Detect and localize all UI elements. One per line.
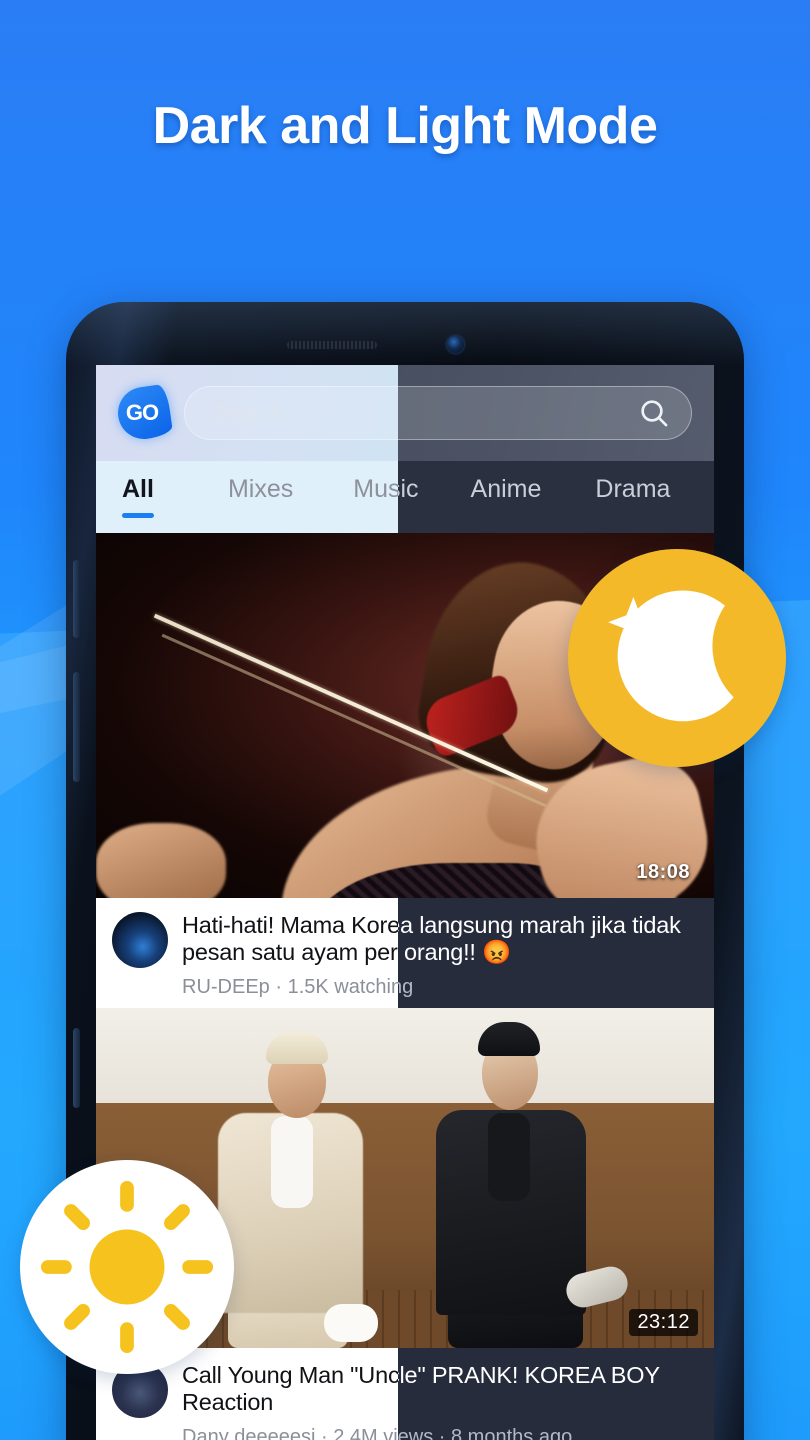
video-duration-2: 23:12 [629,1309,698,1336]
assistant-button[interactable] [73,1028,80,1108]
page-title: Dark and Light Mode [152,97,658,155]
tab-anime[interactable]: Anime [471,469,542,504]
app-logo[interactable]: GO [114,383,174,443]
video-meta-text-1: Hati-hati! Mama Korea langsung marah jik… [182,912,698,1008]
light-mode-badge [20,1160,234,1374]
sun-icon [40,1180,214,1354]
thumbnail-person2-shirt [488,1113,530,1201]
tab-mixes[interactable]: Mixes [228,469,293,504]
video-channel-line-2[interactable]: Dany deeeeesi · 2.4M views · 8 months ag… [182,1426,698,1440]
volume-down-button[interactable] [73,672,80,782]
app-header: GO GO [96,365,714,461]
video-channel-line-1[interactable]: RU-DEEp · 1.5K watching [182,976,698,999]
app-logo-label: GO [125,400,159,425]
earpiece-speaker-icon [287,341,377,349]
thumbnail-person1-beanie [266,1032,328,1064]
tab-all-label: All [122,475,154,503]
front-camera-icon [447,336,464,353]
channel-avatar-1[interactable] [112,912,168,968]
tab-drama[interactable]: Drama [595,469,670,504]
moon-icon [608,590,734,722]
video-meta-text-2: Call Young Man "Uncle" PRANK! KOREA BOY … [182,1362,698,1440]
video-title-1[interactable]: Hati-hati! Mama Korea langsung marah jik… [182,912,698,967]
search-input[interactable] [211,399,627,427]
app-header-row-dark: GO [96,365,714,461]
video-duration-1: 18:08 [636,861,690,883]
video-meta-1: Hati-hati! Mama Korea langsung marah jik… [96,898,714,1008]
search-icon[interactable] [637,396,671,430]
phone-bezel-highlight [66,302,744,366]
thumbnail-wall-upper [96,1008,714,1103]
category-tabs: All Mixes Music Anime Drama All Mixes Mu… [96,461,714,533]
thumbnail-person1-shirt [271,1116,313,1208]
tab-active-underline [122,513,154,518]
tab-music[interactable]: Music [353,469,418,504]
thumbnail-person1-shoe [324,1304,378,1342]
dark-mode-badge [568,549,786,767]
volume-up-button[interactable] [73,560,80,638]
thumbnail-figure-hand [96,823,226,898]
tabs-row-dark: All Mixes Music Anime Drama [96,461,714,533]
video-title-2[interactable]: Call Young Man "Uncle" PRANK! KOREA BOY … [182,1362,698,1417]
tab-all[interactable]: All [122,469,154,518]
search-bar[interactable] [184,386,692,440]
video-meta-row-dark-1: Hati-hati! Mama Korea langsung marah jik… [96,898,714,1008]
